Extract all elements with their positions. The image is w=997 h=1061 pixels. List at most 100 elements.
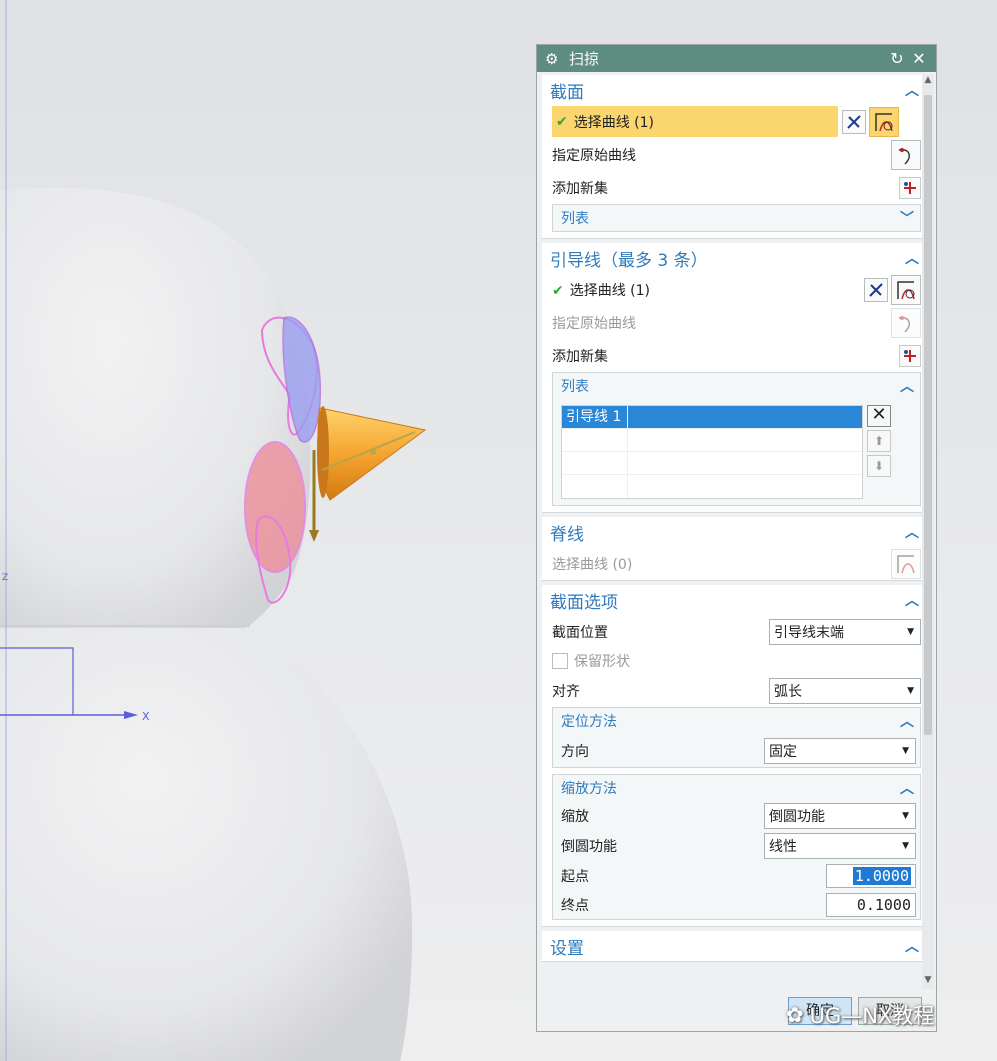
guide-list: 引导线 1 (561, 405, 863, 499)
guide-select-row: ✔ 选择曲线 (1) (542, 273, 925, 306)
x-axis-label: X (142, 710, 150, 723)
align-value: 弧长 (774, 683, 802, 700)
dialog-title: 扫掠 (569, 50, 600, 68)
remove-icon[interactable]: ✕ (867, 405, 891, 427)
scale-label: 缩放 (561, 809, 589, 825)
blend-label: 倒圆功能 (561, 839, 617, 855)
section-ellipse-red (244, 441, 306, 573)
collapse-caret-icon[interactable]: ︿ (898, 711, 916, 731)
dropdown-arrow-icon: ▼ (902, 745, 909, 756)
orientation-header[interactable]: 定位方法 ︿ (553, 708, 920, 734)
collapse-caret-icon[interactable]: ︿ (903, 590, 921, 610)
original-curve-icon[interactable] (891, 307, 921, 338)
guide-group-header[interactable]: 引导线（最多 3 条） ︿ (542, 243, 925, 273)
keep-shape-checkbox[interactable] (552, 653, 568, 669)
check-icon: ✔ (556, 113, 568, 130)
orientation-box: 定位方法 ︿ 方向 固定 ▼ (552, 707, 921, 768)
list-item-label: 引导线 1 (562, 406, 628, 428)
align-row: 对齐 弧长 ▼ (542, 674, 925, 707)
guide-list-header[interactable]: 列表 ︿ (553, 373, 920, 399)
scale-select[interactable]: 倒圆功能 ▼ (764, 803, 916, 829)
scroll-thumb[interactable] (924, 95, 932, 735)
collapse-caret-icon[interactable]: ︿ (898, 376, 916, 396)
end-input[interactable]: 0.1000 (826, 892, 916, 917)
gear-icon: ⚙ (545, 49, 559, 68)
model-body-lower (0, 628, 413, 1061)
guide-list-title: 列表 (561, 379, 589, 395)
section-options-group: 截面选项 ︿ 截面位置 引导线末端 ▼ 保留形状 对齐 弧长 ▼ 定位方法 ︿ … (542, 585, 925, 927)
guide-add-new-set-row: 添加新集 (542, 339, 925, 372)
add-set-icon[interactable] (899, 176, 921, 199)
section-list-header[interactable]: 列表 ﹀ (553, 205, 920, 231)
section-options-title: 截面选项 (550, 592, 618, 613)
settings-header[interactable]: 设置 ︿ (542, 931, 925, 961)
section-group-header[interactable]: 截面 ︿ (542, 75, 925, 105)
scroll-down-icon[interactable]: ▼ (922, 975, 934, 989)
list-item-empty (562, 429, 862, 452)
dialog-titlebar: ⚙ 扫掠 ↻ ✕ (537, 45, 936, 72)
expand-caret-icon[interactable]: ﹀ (898, 208, 916, 228)
guide-list-box: 列表 ︿ 引导线 1 ✕ ⬆ ⬇ (552, 372, 921, 506)
collapse-caret-icon[interactable]: ︿ (903, 80, 921, 100)
spine-select-label: 选择曲线 (0) (552, 556, 633, 573)
dropdown-arrow-icon: ▼ (902, 811, 909, 821)
original-curve-icon[interactable] (891, 139, 921, 170)
scaling-header[interactable]: 缩放方法 ︿ (553, 775, 920, 801)
move-down-icon[interactable]: ⬇ (867, 455, 891, 477)
end-row: 终点 0.1000 (553, 890, 920, 919)
watermark: ✿ UG—NX教程 (786, 1000, 934, 1030)
spine-group: 脊线 ︿ 选择曲线 (0) (542, 517, 925, 581)
dropdown-arrow-icon: ▼ (902, 841, 909, 851)
start-label: 起点 (561, 868, 589, 885)
list-item[interactable]: 引导线 1 (562, 406, 862, 429)
section-list-title: 列表 (561, 211, 589, 227)
section-group: 截面 ︿ ✔ 选择曲线 (1) 指定原始曲线 添加新集 列表 ﹀ (542, 75, 925, 239)
beak-base (317, 406, 329, 498)
direction-select[interactable]: 固定 ▼ (764, 737, 916, 764)
sweep-dialog: ⚙ 扫掠 ↻ ✕ 截面 ︿ ✔ 选择曲线 (1) 指定原始曲线 添加新集 列表 … (536, 44, 937, 1032)
scroll-up-icon[interactable]: ▲ (922, 75, 934, 89)
section-position-value: 引导线末端 (774, 624, 844, 641)
guide-add-new-set-label: 添加新集 (552, 348, 608, 365)
align-select[interactable]: 弧长 ▼ (769, 677, 921, 704)
align-label: 对齐 (552, 683, 580, 700)
select-curve-icon[interactable] (869, 106, 899, 137)
curve-rule-icon[interactable] (864, 277, 888, 302)
reset-icon[interactable]: ↻ (886, 49, 908, 68)
blend-select[interactable]: 线性 ▼ (764, 833, 916, 859)
select-curve-icon[interactable] (891, 274, 921, 305)
section-select-row: ✔ 选择曲线 (1) (542, 105, 925, 138)
dropdown-arrow-icon: ▼ (907, 685, 914, 696)
section-position-row: 截面位置 引导线末端 ▼ (542, 615, 925, 648)
section-options-header[interactable]: 截面选项 ︿ (542, 585, 925, 615)
z-axis-label: Z (2, 573, 8, 583)
move-up-icon[interactable]: ⬆ (867, 430, 891, 452)
guide-point (370, 449, 376, 455)
close-icon[interactable]: ✕ (908, 49, 930, 68)
wechat-icon: ✿ (786, 1003, 804, 1027)
scaling-title: 缩放方法 (561, 781, 617, 797)
guide-group-title: 引导线（最多 3 条） (550, 250, 708, 271)
settings-group: 设置 ︿ (542, 931, 925, 962)
select-curve-icon[interactable] (891, 548, 921, 579)
scaling-box: 缩放方法 ︿ 缩放 倒圆功能 ▼ 倒圆功能 线性 ▼ 起点 1.0000 终点 … (552, 774, 921, 920)
guide-select-label: 选择曲线 (1) (569, 282, 651, 299)
scale-value: 倒圆功能 (769, 809, 825, 825)
curve-rule-icon[interactable] (842, 109, 866, 134)
dialog-content: 截面 ︿ ✔ 选择曲线 (1) 指定原始曲线 添加新集 列表 ﹀ 引导线（最多 … (542, 75, 925, 989)
dialog-scrollbar[interactable]: ▲ ▼ (922, 75, 934, 989)
guide-list-wrap: 引导线 1 ✕ ⬆ ⬇ (553, 399, 920, 505)
guide-select-curve[interactable]: ✔ 选择曲线 (1) (552, 280, 861, 300)
list-item-empty (562, 475, 862, 498)
keep-shape-label: 保留形状 (574, 654, 630, 670)
start-input[interactable]: 1.0000 (826, 863, 916, 888)
section-position-select[interactable]: 引导线末端 ▼ (769, 618, 921, 645)
section-select-curve[interactable]: ✔ 选择曲线 (1) (552, 106, 838, 137)
add-set-icon[interactable] (899, 344, 921, 367)
collapse-caret-icon[interactable]: ︿ (903, 248, 921, 268)
guide-specify-original-row: 指定原始曲线 (542, 306, 925, 339)
collapse-caret-icon[interactable]: ︿ (898, 778, 916, 798)
collapse-caret-icon[interactable]: ︿ (903, 522, 921, 542)
spine-group-header[interactable]: 脊线 ︿ (542, 517, 925, 547)
collapse-caret-icon[interactable]: ︿ (903, 936, 921, 956)
